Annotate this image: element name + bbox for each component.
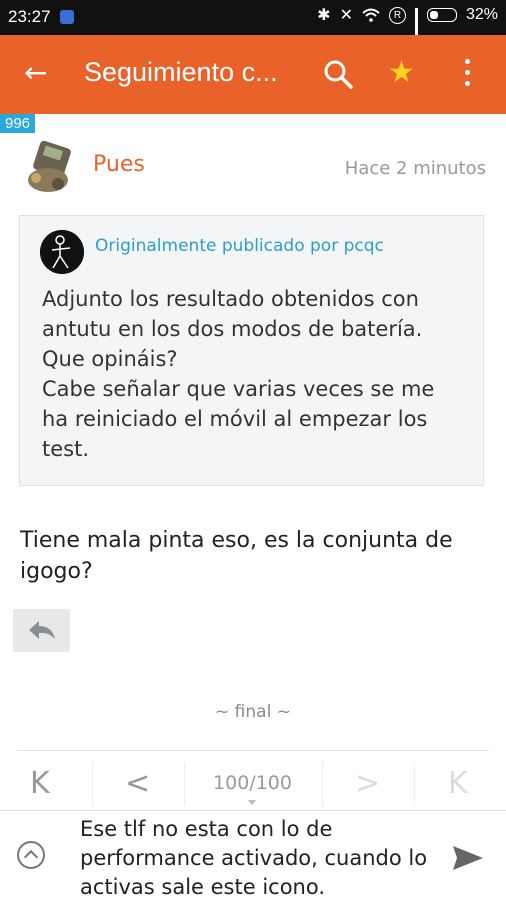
signal-icon [414,8,418,43]
quote-text: Adjunto los resultado obtenidos con antu… [42,284,467,464]
page-title: Seguimiento c... [84,57,278,87]
pager-separator [92,762,93,806]
prev-page-button[interactable]: < [125,764,150,804]
send-icon[interactable] [452,845,484,871]
next-page-button[interactable]: > [355,764,380,804]
status-time: 23:27 [8,7,51,26]
battery-icon [426,8,457,22]
reply-input[interactable]: Ese tlf no esta con lo de performance ac… [80,815,450,902]
thread-end-marker: ~ final ~ [215,702,291,722]
back-arrow-icon[interactable]: ← [24,57,47,89]
avatar[interactable] [22,140,80,196]
page-count[interactable]: 100/100 [205,772,300,794]
post-author[interactable]: Pues [93,152,145,177]
expand-up-icon[interactable] [17,841,45,869]
quote-line: Cabe señalar que varias veces se me [42,377,435,401]
notification-app-icon [60,10,74,24]
more-options-icon[interactable] [462,59,472,91]
quote-line: antutu en los dos modos de batería. [42,317,423,341]
reply-button[interactable] [13,609,70,652]
roaming-icon: R [388,6,406,24]
wifi-icon [362,8,380,22]
last-page-button[interactable]: K [448,764,468,804]
quote-avatar [40,230,84,274]
quote-line: Que opináis? [42,347,178,371]
pager-separator [414,762,415,806]
pager-separator [184,762,185,806]
pager-separator [322,762,323,806]
quote-line: ha reiniciado el móvil al empezar los [42,407,428,431]
page-select-caret-icon[interactable] [248,800,256,805]
mute-icon: ✕ [339,7,353,24]
status-bar: 23:27 ✱ ✕ R 32% [0,0,506,43]
divider [17,750,489,751]
reply-icon [29,621,55,639]
post-body: Tiene mala pinta eso, es la conjunta de … [20,528,453,584]
bluetooth-icon: ✱ [317,7,331,24]
pagination-bar: K < 100/100 > K [0,752,506,812]
quote-attribution[interactable]: Originalmente publicado por pcqc [95,236,384,256]
post-timestamp: Hace 2 minutos [344,158,486,179]
reply-composer: Ese tlf no esta con lo de performance ac… [0,810,506,901]
post-number-badge: 996 [0,114,36,133]
star-icon[interactable]: ★ [388,55,415,90]
battery-percent: 32% [465,6,498,23]
first-page-button[interactable]: K [30,764,50,804]
quote-line: test. [42,437,90,461]
search-icon[interactable] [323,59,353,89]
quote-line: Adjunto los resultado obtenidos con [42,287,419,311]
app-bar: ← Seguimiento c... ★ [0,35,506,114]
status-icons: ✱ ✕ R 32% [317,5,498,43]
quote-block: Originalmente publicado por pcqc Adjunto… [19,215,484,486]
